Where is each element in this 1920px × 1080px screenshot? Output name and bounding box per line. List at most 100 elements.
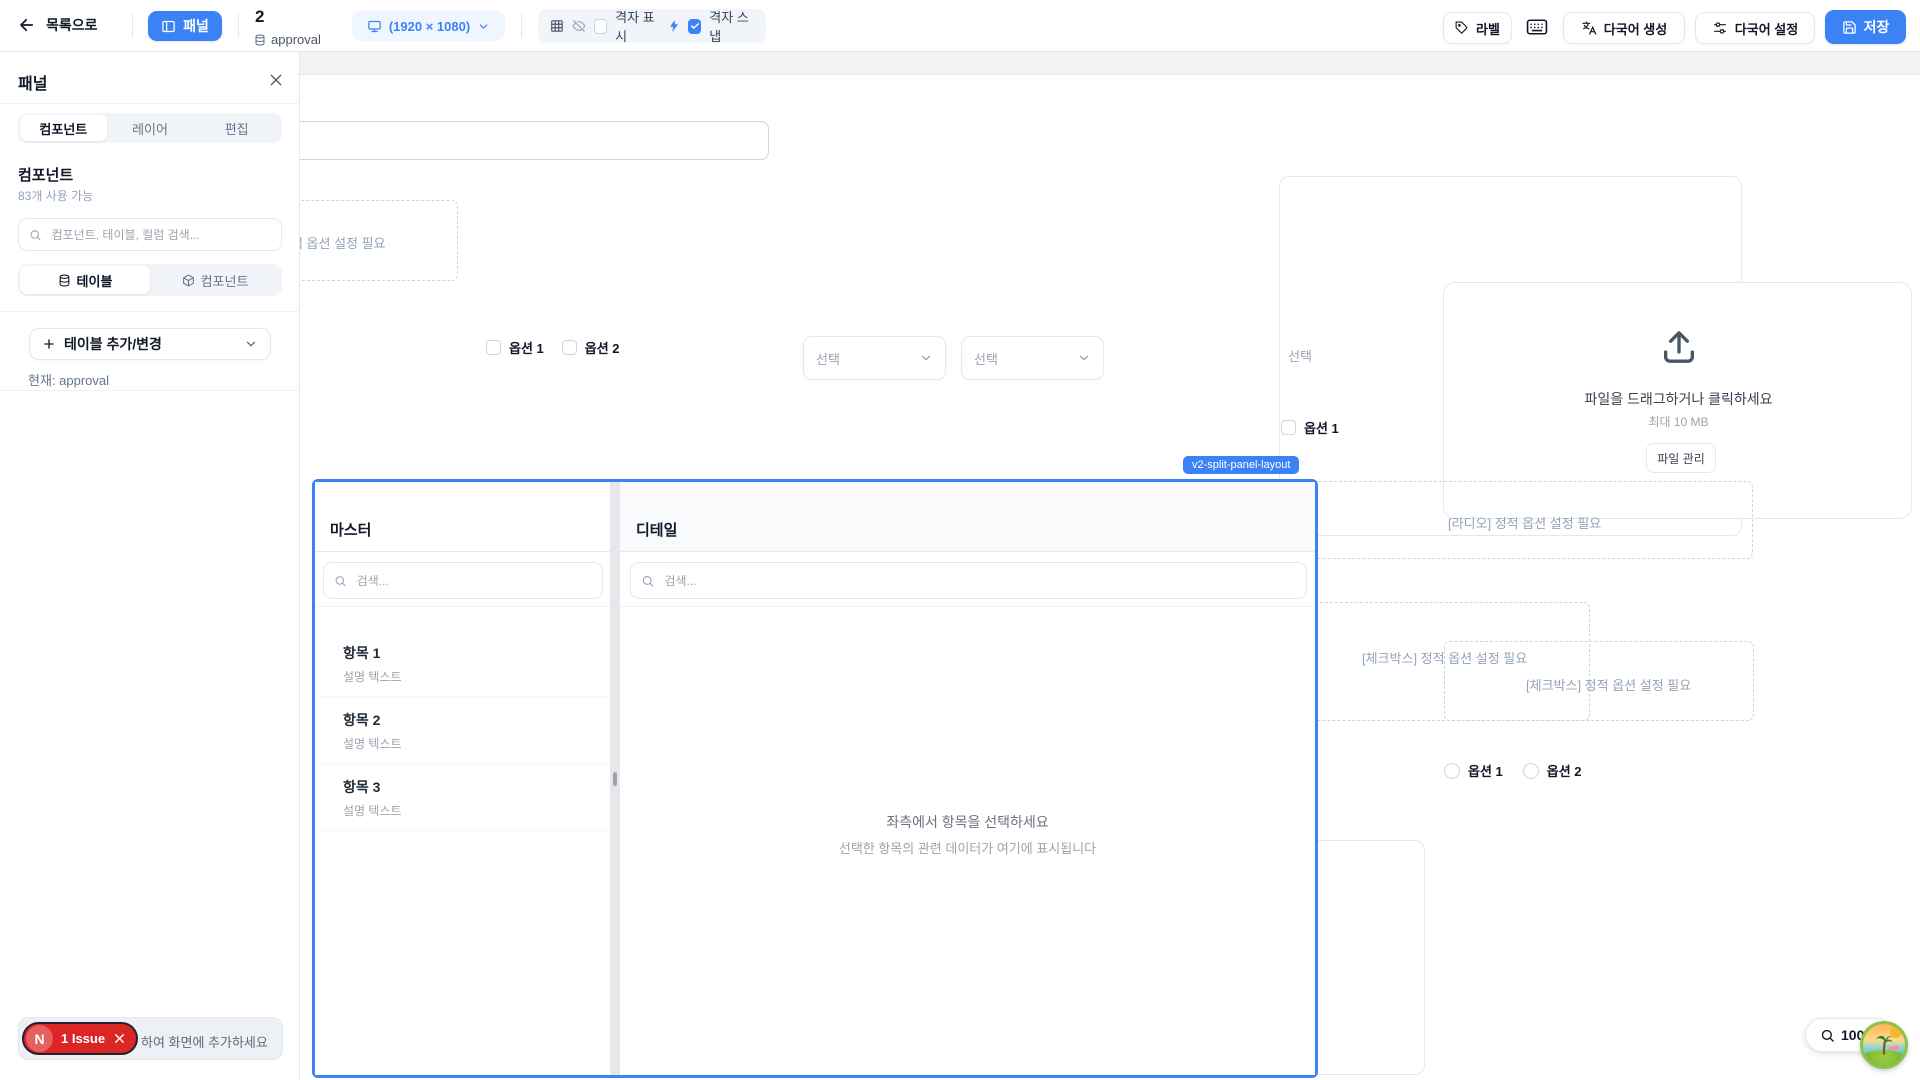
source-tab-label: 테이블 [77, 271, 113, 290]
floating-checkbox-option[interactable]: 옵션 1 [1281, 418, 1339, 437]
current-table-indicator: approval [254, 32, 321, 47]
grid-icon[interactable] [550, 18, 564, 34]
canvas-placeholder-checkbox-2[interactable]: [체크박스] 정적 옵션 설정 필요 [1444, 641, 1754, 721]
master-title: 마스터 [330, 519, 371, 540]
grid-snap-checkbox[interactable] [688, 19, 701, 34]
palm-tree-icon [1871, 1030, 1897, 1056]
component-search[interactable] [18, 218, 282, 251]
eye-off-icon[interactable] [572, 18, 586, 34]
canvas-select-2[interactable]: 선택 [961, 336, 1104, 380]
multilang-settings-button[interactable]: 다국어 설정 [1695, 12, 1815, 44]
detail-title: 디테일 [636, 519, 677, 540]
island-emoji-badge[interactable] [1860, 1021, 1908, 1069]
close-icon[interactable] [268, 72, 284, 88]
grid-show-checkbox[interactable] [594, 19, 607, 34]
resolution-value: (1920 × 1080) [389, 19, 470, 34]
detail-empty-title: 좌측에서 항목을 선택하세요 [620, 812, 1315, 832]
radio-icon[interactable] [1444, 763, 1460, 779]
checkbox-icon[interactable] [486, 340, 501, 355]
source-toggle: 테이블 컴포넌트 [18, 264, 282, 296]
arrow-left-icon [18, 16, 36, 34]
master-header: 마스터 [315, 482, 610, 552]
issue-badge[interactable]: N 1 Issue [22, 1022, 138, 1055]
label-button[interactable]: 라벨 [1443, 12, 1512, 44]
search-icon [334, 574, 347, 588]
radio-option-2[interactable]: 옵션 2 [1523, 761, 1582, 780]
tab-layers[interactable]: 레이어 [107, 115, 194, 141]
radio-label: 옵션 2 [1547, 761, 1582, 780]
left-panel: 패널 컴포넌트 레이어 편집 컴포넌트 83개 사용 가능 테이블 컴포넌트 테… [0, 52, 300, 1080]
select-value: 선택 [816, 349, 840, 368]
canvas-select-1[interactable]: 선택 [803, 336, 946, 380]
source-tab-tables[interactable]: 테이블 [20, 266, 150, 294]
gutter-grip[interactable] [613, 772, 617, 786]
save-icon [1842, 20, 1857, 35]
list-item[interactable]: 항목 3 설명 텍스트 [315, 764, 610, 831]
list-item-desc: 설명 텍스트 [343, 735, 610, 752]
add-table-button[interactable]: 테이블 추가/변경 [29, 328, 271, 360]
source-tab-components[interactable]: 컴포넌트 [150, 266, 280, 294]
issue-logo: N [26, 1025, 53, 1052]
sliders-icon [1712, 20, 1728, 36]
checkbox-option-2[interactable]: 옵션 2 [562, 338, 620, 357]
canvas-empty-box[interactable] [1310, 840, 1425, 1075]
select-value: 선택 [974, 349, 998, 368]
chevron-down-icon [244, 337, 258, 351]
file-manage-button[interactable]: 파일 관리 [1646, 443, 1716, 473]
issue-count: 1 Issue [61, 1031, 105, 1046]
radio-option-1[interactable]: 옵션 1 [1444, 761, 1503, 780]
grid-controls: 격자 표시 격자 스냅 [538, 9, 766, 43]
detail-search-field[interactable] [662, 573, 1296, 589]
split-resize-gutter[interactable] [610, 482, 620, 1075]
upload-title: 파일을 드래그하거나 클릭하세요 [1444, 389, 1913, 409]
checkbox-icon[interactable] [562, 340, 577, 355]
components-count: 83개 사용 가능 [18, 187, 93, 204]
source-tab-label: 컴포넌트 [201, 271, 249, 290]
checkbox-label: 옵션 1 [509, 338, 544, 357]
detail-panel: 디테일 좌측에서 항목을 선택하세요 선택한 항목의 관련 데이터가 여기에 표… [620, 482, 1315, 1075]
detail-search-input[interactable] [630, 562, 1307, 599]
canvas-checkbox-group: 옵션 1 옵션 2 [486, 338, 620, 357]
save-button[interactable]: 저장 [1825, 10, 1906, 44]
multilang-generate-label: 다국어 생성 [1604, 19, 1667, 38]
master-panel: 마스터 항목 1 설명 텍스트 항목 2 설명 텍스트 항목 3 설명 텍스트 [315, 482, 610, 1075]
checkbox-option-1[interactable]: 옵션 1 [486, 338, 544, 357]
radio-icon[interactable] [1523, 763, 1539, 779]
plus-icon [42, 337, 56, 351]
back-to-list[interactable]: 목록으로 [18, 15, 98, 35]
magnifier-icon [1820, 1028, 1835, 1043]
tab-edit[interactable]: 편집 [193, 115, 280, 141]
lightning-icon [668, 19, 680, 33]
search-icon [641, 574, 654, 588]
upload-icon [1659, 327, 1699, 367]
components-section-title: 컴포넌트 [18, 164, 73, 185]
multilang-generate-button[interactable]: 다국어 생성 [1563, 12, 1685, 44]
page-number: 2 [255, 7, 264, 27]
checkbox-icon[interactable] [1281, 420, 1296, 435]
panel-tab-bar: 컴포넌트 레이어 편집 [18, 113, 282, 143]
file-manage-label: 파일 관리 [1657, 450, 1705, 467]
floating-select-value[interactable]: 선택 [1288, 346, 1312, 365]
master-search-field[interactable] [355, 573, 592, 589]
top-toolbar: 목록으로 패널 2 approval (1920 × 1080) 격자 표시 격… [0, 0, 1920, 52]
upload-limit: 최대 10 MB [1444, 413, 1913, 430]
back-label: 목록으로 [46, 15, 98, 35]
table-name: approval [271, 32, 321, 47]
tag-icon [1455, 21, 1469, 35]
checkbox-label: 옵션 2 [585, 338, 620, 357]
list-item[interactable]: 항목 2 설명 텍스트 [315, 697, 610, 764]
list-item-title: 항목 2 [343, 710, 610, 730]
canvas-text-input[interactable] [285, 121, 769, 160]
resolution-selector[interactable]: (1920 × 1080) [352, 11, 505, 41]
keyboard-icon[interactable] [1526, 18, 1548, 36]
panel-toggle-button[interactable]: 패널 [148, 11, 222, 41]
split-panel-layout[interactable]: 마스터 항목 1 설명 텍스트 항목 2 설명 텍스트 항목 3 설명 텍스트 … [312, 479, 1318, 1078]
component-search-field[interactable] [50, 227, 271, 243]
list-item-desc: 설명 텍스트 [343, 668, 610, 685]
database-icon [254, 34, 266, 46]
list-item[interactable]: 항목 1 설명 텍스트 [315, 630, 610, 697]
master-search-input[interactable] [323, 562, 603, 599]
close-icon[interactable] [113, 1032, 126, 1045]
tab-components[interactable]: 컴포넌트 [20, 115, 107, 141]
add-table-label: 테이블 추가/변경 [64, 334, 236, 354]
